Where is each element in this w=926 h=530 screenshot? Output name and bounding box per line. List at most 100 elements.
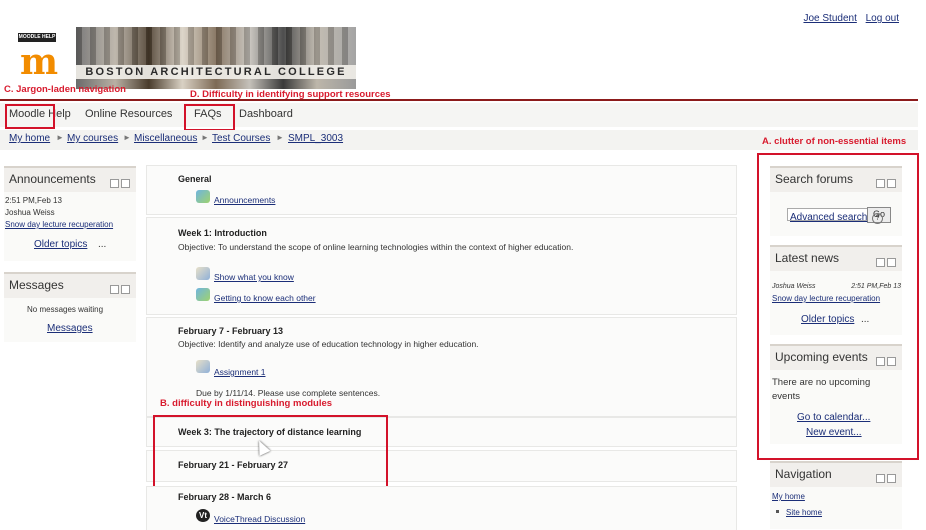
navigation-title: Navigation bbox=[775, 467, 832, 481]
hide-icon[interactable] bbox=[876, 258, 885, 267]
news-time: 2:51 PM,Feb 13 bbox=[851, 283, 901, 290]
hide-icon[interactable] bbox=[110, 285, 119, 294]
block-controls bbox=[108, 175, 130, 193]
header-rule bbox=[0, 99, 918, 101]
messages-header: Messages bbox=[4, 272, 136, 298]
activity-link[interactable]: Announcements bbox=[214, 195, 275, 205]
nav-online-resources[interactable]: Online Resources bbox=[85, 108, 172, 120]
latest-news-title: Latest news bbox=[775, 251, 840, 265]
messages-title: Messages bbox=[9, 278, 64, 292]
activity-link[interactable]: Show what you know bbox=[214, 272, 294, 282]
nav-site-home-link[interactable]: Site home bbox=[786, 508, 822, 517]
dock-icon[interactable] bbox=[121, 285, 130, 294]
nav-dashboard[interactable]: Dashboard bbox=[239, 108, 293, 120]
older-topics-link[interactable]: Older topics bbox=[801, 314, 854, 325]
assignment-icon bbox=[196, 360, 210, 373]
older-topics-link[interactable]: Older topics bbox=[34, 239, 87, 250]
college-banner: BOSTON ARCHITECTURAL COLLEGE bbox=[76, 27, 356, 89]
dock-icon[interactable] bbox=[887, 474, 896, 483]
navigation-block: Navigation My home Site home bbox=[770, 461, 902, 529]
announcements-header: Announcements bbox=[4, 166, 136, 192]
annotation-c: C. Jargon-laden navigation bbox=[4, 84, 126, 95]
older-topics-ellipsis: ... bbox=[861, 314, 870, 325]
moodle-help-logo[interactable]: MOODLE HELP m bbox=[14, 33, 60, 81]
announcements-block: Announcements 2:51 PM,Feb 13 Joshua Weis… bbox=[4, 166, 136, 261]
block-controls bbox=[108, 281, 130, 299]
forum-icon bbox=[196, 288, 210, 301]
assignment-note: Due by 1/11/14. Please use complete sent… bbox=[196, 388, 381, 398]
dock-icon[interactable] bbox=[121, 179, 130, 188]
user-name-link[interactable]: Joe Student bbox=[803, 13, 856, 24]
hide-icon[interactable] bbox=[876, 179, 885, 188]
dock-icon[interactable] bbox=[887, 357, 896, 366]
section-general: General Announcements bbox=[146, 165, 737, 215]
highlight-box-b bbox=[153, 415, 388, 489]
news-author: Joshua Weiss bbox=[772, 283, 816, 290]
block-controls bbox=[874, 254, 896, 272]
voicethread-icon: Vt bbox=[196, 509, 210, 522]
section-title: Week 1: Introduction bbox=[178, 228, 267, 238]
section-objective: Objective: To understand the scope of on… bbox=[178, 242, 574, 252]
breadcrumb-separator: ► bbox=[56, 133, 64, 142]
block-controls bbox=[874, 353, 896, 371]
quiz-icon bbox=[196, 267, 210, 280]
section-objective: Objective: Identify and analyze use of e… bbox=[178, 339, 479, 349]
logout-link[interactable]: Log out bbox=[866, 13, 899, 24]
forum-icon bbox=[196, 190, 210, 203]
messages-link[interactable]: Messages bbox=[47, 323, 93, 334]
highlight-box-c bbox=[5, 104, 55, 129]
section-title: February 28 - March 6 bbox=[178, 492, 272, 502]
announcements-title: Announcements bbox=[9, 172, 96, 186]
breadcrumb-miscellaneous[interactable]: Miscellaneous bbox=[134, 133, 197, 144]
section-week-5: February 28 - March 6 Vt VoiceThread Dis… bbox=[146, 486, 737, 530]
top-navigation: Moodle Help Online Resources FAQs Dashbo… bbox=[0, 103, 918, 127]
announcement-post-link[interactable]: Snow day lecture recuperation bbox=[5, 220, 113, 229]
search-forums-block: Search forums Go Advanced search ? bbox=[770, 166, 902, 236]
breadcrumb-course[interactable]: SMPL_3003 bbox=[288, 133, 343, 144]
news-post-link[interactable]: Snow day lecture recuperation bbox=[772, 294, 880, 303]
dock-icon[interactable] bbox=[887, 258, 896, 267]
section-week-1: Week 1: Introduction Objective: To under… bbox=[146, 217, 737, 315]
section-title: February 7 - February 13 bbox=[178, 326, 284, 336]
breadcrumb-my-courses[interactable]: My courses bbox=[67, 133, 118, 144]
hide-icon[interactable] bbox=[876, 474, 885, 483]
hide-icon[interactable] bbox=[876, 357, 885, 366]
breadcrumb-my-home[interactable]: My home bbox=[9, 133, 50, 144]
activity-link[interactable]: Assignment 1 bbox=[214, 367, 266, 377]
upcoming-events-header: Upcoming events bbox=[770, 344, 902, 370]
logo-letter: m bbox=[20, 41, 59, 83]
latest-news-block: Latest news Joshua Weiss 2:51 PM,Feb 13 … bbox=[770, 245, 902, 335]
latest-news-header: Latest news bbox=[770, 245, 902, 271]
breadcrumb-test-courses[interactable]: Test Courses bbox=[212, 133, 270, 144]
messages-block: Messages No messages waiting Messages bbox=[4, 272, 136, 342]
breadcrumb-separator: ► bbox=[276, 133, 284, 142]
user-links: Joe Student Log out bbox=[797, 13, 899, 24]
search-forums-header: Search forums bbox=[770, 166, 902, 192]
help-icon[interactable]: ? bbox=[872, 213, 883, 224]
activity-link[interactable]: VoiceThread Discussion bbox=[214, 514, 305, 524]
breadcrumb-separator: ► bbox=[201, 133, 209, 142]
navigation-header: Navigation bbox=[770, 461, 902, 487]
annotation-b: B. difficulty in distinguishing modules bbox=[160, 398, 333, 409]
nav-my-home-link[interactable]: My home bbox=[772, 492, 805, 501]
bullet-icon bbox=[776, 510, 779, 513]
block-controls bbox=[874, 470, 896, 488]
upcoming-events-title: Upcoming events bbox=[775, 350, 868, 364]
upcoming-events-block: Upcoming events There are no upcoming ev… bbox=[770, 344, 902, 444]
older-topics-ellipsis: ... bbox=[98, 239, 107, 250]
block-controls bbox=[874, 175, 896, 193]
annotation-a: A. clutter of non-essential items bbox=[762, 136, 907, 147]
advanced-search-link[interactable]: Advanced search bbox=[790, 212, 867, 223]
new-event-link[interactable]: New event... bbox=[806, 427, 862, 438]
announcement-time: 2:51 PM,Feb 13 bbox=[5, 196, 62, 205]
announcement-author: Joshua Weiss bbox=[5, 208, 55, 217]
hide-icon[interactable] bbox=[110, 179, 119, 188]
activity-link[interactable]: Getting to know each other bbox=[214, 293, 316, 303]
section-title: General bbox=[178, 174, 212, 184]
go-to-calendar-link[interactable]: Go to calendar... bbox=[797, 412, 870, 423]
breadcrumb-separator: ► bbox=[123, 133, 131, 142]
no-events-text: There are no upcoming events bbox=[772, 377, 871, 402]
dock-icon[interactable] bbox=[887, 179, 896, 188]
no-messages-text: No messages waiting bbox=[27, 305, 104, 314]
banner-photos bbox=[76, 27, 356, 65]
